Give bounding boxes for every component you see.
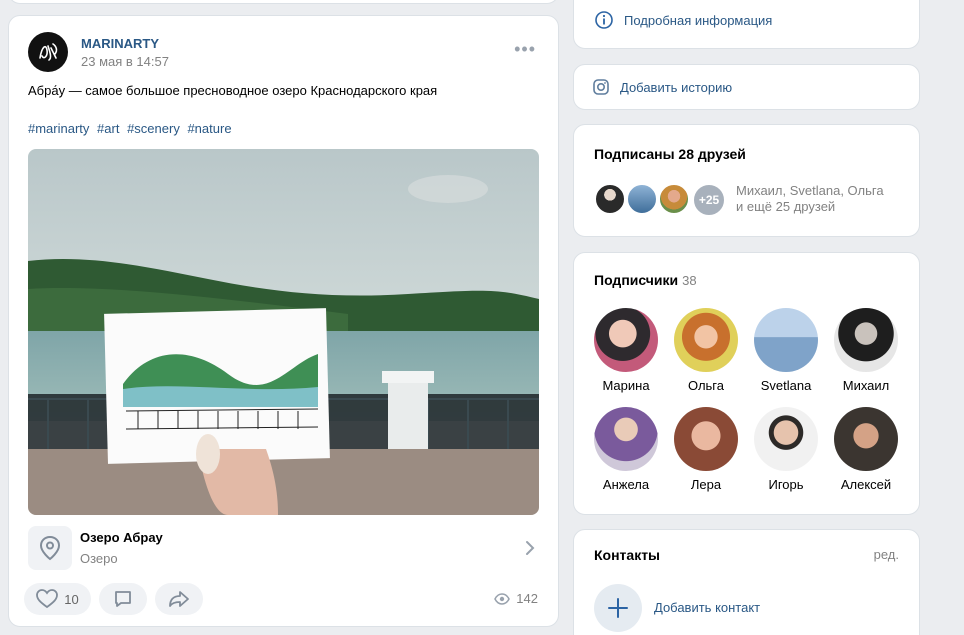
friend-avatar	[626, 183, 658, 215]
details-link[interactable]: Подробная информация	[594, 10, 772, 30]
subscriber-item[interactable]: Алексей	[826, 407, 906, 492]
subscriber-item[interactable]: Svetlana	[746, 308, 826, 393]
subscribers-title-text: Подписчики	[594, 272, 679, 288]
subscriber-name: Анжела	[602, 477, 650, 492]
post-photo[interactable]	[28, 149, 539, 515]
post-hashtags: #marinarty #art #scenery #nature	[28, 121, 236, 136]
details-link-label: Подробная информация	[624, 12, 773, 28]
like-button[interactable]: 10	[24, 583, 91, 615]
subscriber-item[interactable]: Игорь	[746, 407, 826, 492]
views-count: 142	[516, 591, 538, 606]
instagram-icon	[593, 79, 609, 95]
subscriber-item[interactable]: Лера	[666, 407, 746, 492]
subscriber-item[interactable]: Ольга	[666, 308, 746, 393]
more-options-icon[interactable]: •••	[514, 40, 536, 58]
subscriber-item[interactable]: Анжела	[586, 407, 666, 492]
add-story-link[interactable]: Добавить историю	[592, 78, 732, 96]
comment-button[interactable]	[99, 583, 147, 615]
friends-more-line: и ещё 25 друзей	[736, 199, 836, 214]
subscriber-name: Ольга	[687, 378, 724, 393]
subscriber-item[interactable]: Михаил	[826, 308, 906, 393]
place-subtitle: Озеро	[80, 551, 118, 566]
comment-icon	[115, 591, 131, 607]
edit-contacts-link[interactable]: ред.	[874, 547, 899, 562]
share-icon	[169, 591, 189, 607]
friends-subscribed-block[interactable]: Подписаны 28 друзей +25 Михаил, Svetlana…	[573, 124, 920, 237]
subscriber-avatar	[594, 308, 658, 372]
friends-title: Подписаны 28 друзей	[594, 146, 746, 162]
contacts-block: Контакты ред. Добавить контакт	[573, 529, 920, 635]
plus-icon	[608, 598, 628, 618]
subscriber-name: Лера	[690, 477, 722, 492]
story-block: Добавить историю	[573, 64, 920, 110]
info-block: Подробная информация	[573, 0, 920, 49]
subscriber-name: Михаил	[842, 378, 890, 393]
more-friends-badge: +25	[692, 183, 726, 217]
add-contact-label[interactable]: Добавить контакт	[654, 600, 760, 615]
subscriber-name: Марина	[602, 378, 650, 393]
hashtag-link[interactable]: #art	[97, 121, 119, 136]
wall-post: MARINARTY 23 мая в 14:57 ••• Абра́у — са…	[8, 15, 559, 627]
subscriber-name: Алексей	[840, 477, 892, 492]
eye-icon	[494, 592, 511, 605]
subscribers-count: 38	[682, 273, 697, 288]
post-author[interactable]: MARINARTY	[81, 36, 159, 51]
subscriber-avatar	[754, 407, 818, 471]
friend-avatar	[594, 183, 626, 215]
subscriber-avatar	[834, 407, 898, 471]
subscriber-avatar	[754, 308, 818, 372]
author-avatar[interactable]	[28, 32, 68, 72]
place-attachment[interactable]: Озеро Абрау Озеро	[28, 526, 539, 572]
hashtag-link[interactable]: #nature	[187, 121, 231, 136]
subscriber-avatar	[674, 308, 738, 372]
view-counter: 142	[494, 591, 538, 606]
contacts-title: Контакты	[594, 547, 661, 563]
share-button[interactable]	[155, 583, 203, 615]
signature-logo-icon	[39, 43, 58, 61]
hashtag-link[interactable]: #scenery	[127, 121, 180, 136]
location-pin-icon	[28, 526, 72, 570]
subscriber-avatar	[594, 407, 658, 471]
place-title: Озеро Абрау	[80, 530, 163, 545]
post-text: Абра́у — самое большое пресноводное озер…	[28, 83, 438, 98]
subscriber-name: Игорь	[768, 477, 804, 492]
friends-names: Михаил, Svetlana, Ольга и ещё 25 друзей	[736, 183, 884, 215]
post-date[interactable]: 23 мая в 14:57	[81, 54, 169, 69]
friends-names-line: Михаил, Svetlana, Ольга	[736, 183, 884, 198]
subscribers-block: Подписчики 38 Марина Ольга Svetlana Михаи…	[573, 252, 920, 515]
friend-avatar	[658, 183, 690, 215]
previous-post-edge	[8, 0, 559, 4]
chevron-right-icon	[525, 540, 535, 561]
add-story-label: Добавить историю	[620, 79, 733, 95]
heart-icon	[36, 589, 59, 609]
add-contact-button[interactable]	[594, 584, 642, 632]
hashtag-link[interactable]: #marinarty	[28, 121, 89, 136]
subscriber-name: Svetlana	[760, 378, 812, 393]
subscribers-title[interactable]: Подписчики 38	[594, 272, 697, 288]
subscriber-avatar	[834, 308, 898, 372]
like-count: 10	[64, 591, 79, 607]
info-icon	[595, 11, 613, 29]
subscriber-avatar	[674, 407, 738, 471]
subscriber-item[interactable]: Марина	[586, 308, 666, 393]
lake-painting-photo	[28, 149, 539, 515]
